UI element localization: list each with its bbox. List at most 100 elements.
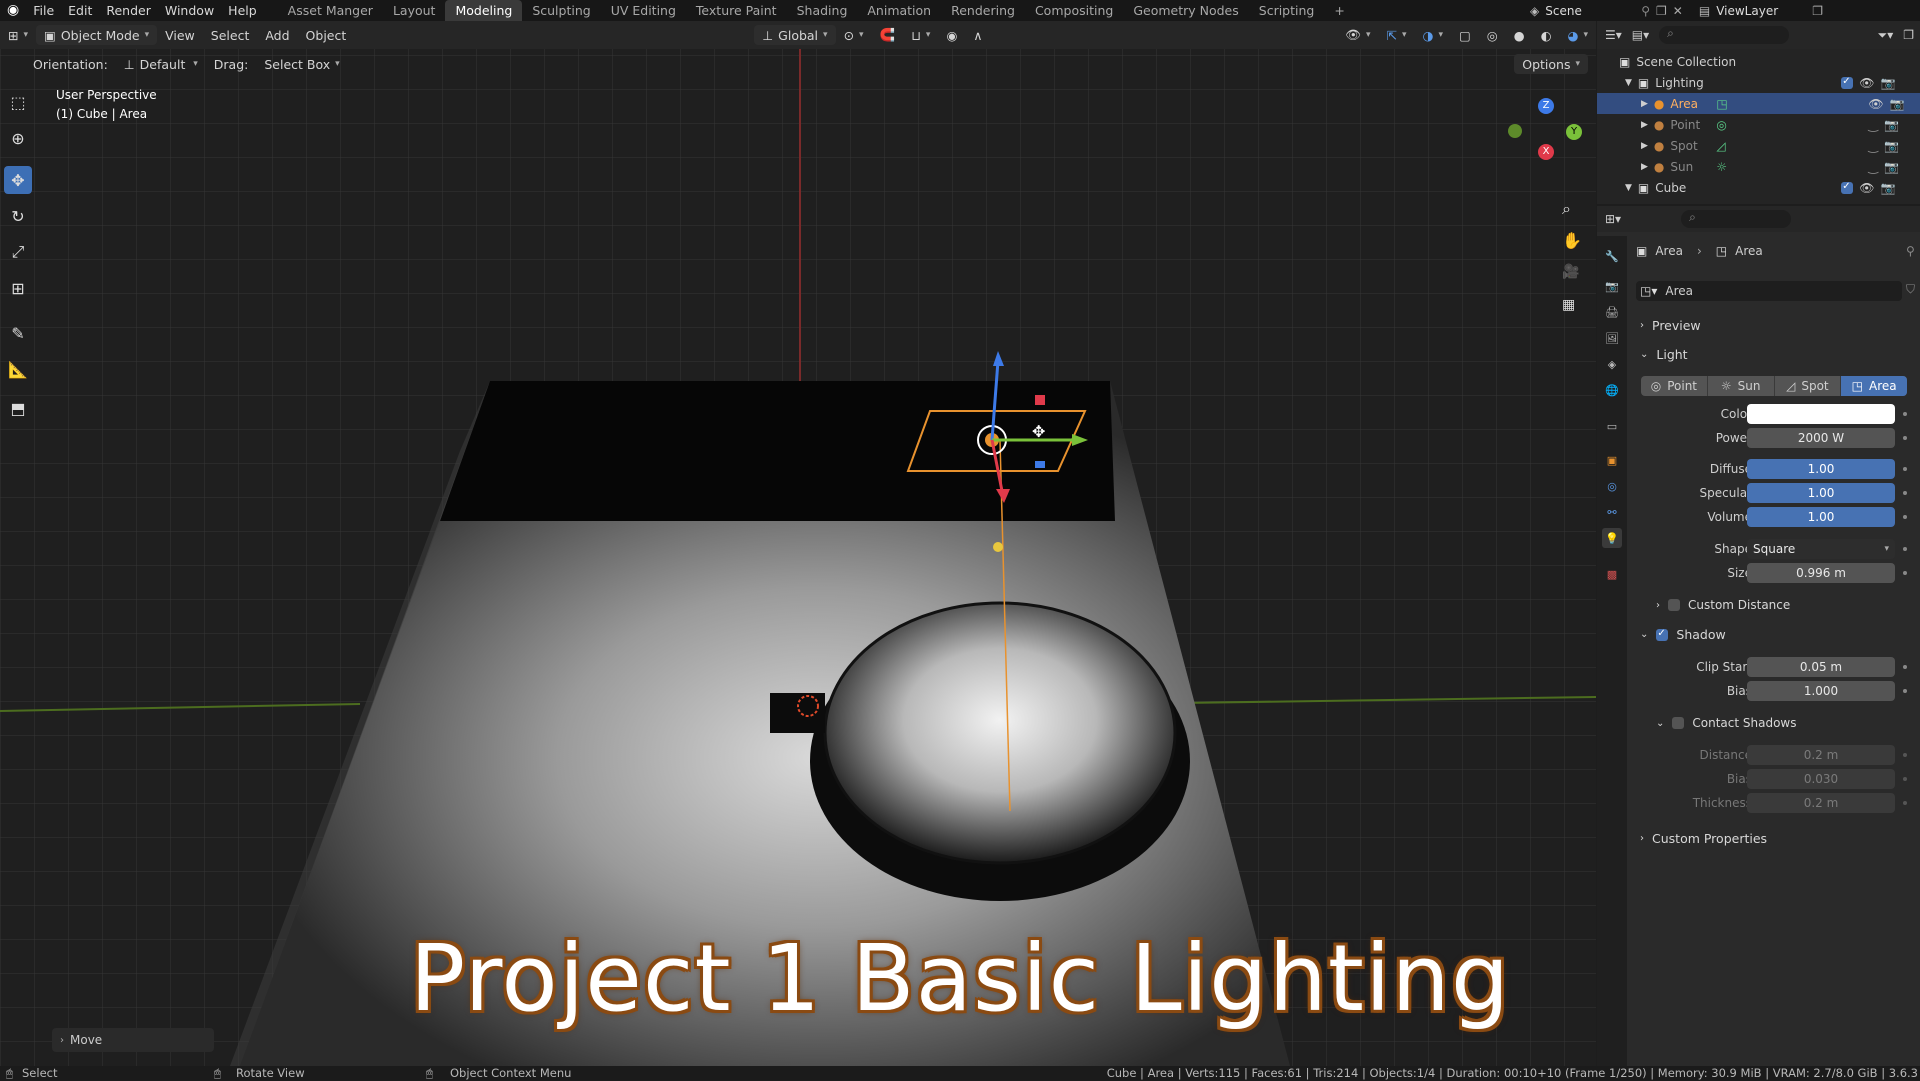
light-type-area[interactable]: ◳ Area (1841, 376, 1907, 396)
tab-texture-paint[interactable]: Texture Paint (686, 0, 787, 21)
light-type-spot[interactable]: ◿ Spot (1775, 376, 1842, 396)
delete-scene-icon[interactable]: ✕ (1673, 4, 1683, 18)
outliner-editor-icon[interactable]: ☰▾ (1605, 28, 1622, 42)
select-box-tool-icon[interactable]: ⬚ (4, 88, 32, 116)
world-tab-icon[interactable]: 🌐 (1602, 380, 1622, 400)
tab-animation[interactable]: Animation (857, 0, 941, 21)
zoom-icon[interactable]: ⌕ (1562, 199, 1571, 219)
view-layer-tab-icon[interactable]: 🖼 (1602, 328, 1622, 348)
section-light[interactable]: ⌄ Light (1640, 347, 1688, 362)
snap-target-icon[interactable]: ⊔ ▾ (903, 25, 938, 45)
texture-tab-icon[interactable]: ▩ (1602, 564, 1622, 584)
thickness-field[interactable]: 0.2 m (1747, 793, 1895, 813)
new-viewlayer-icon[interactable]: ❐ (1812, 4, 1823, 18)
tab-geometry-nodes[interactable]: Geometry Nodes (1123, 0, 1248, 21)
keyframe-dot[interactable] (1903, 515, 1907, 519)
eye-icon[interactable]: 👁 (1868, 97, 1883, 111)
add-workspace-icon[interactable]: + (1324, 0, 1354, 21)
keyframe-dot[interactable] (1903, 571, 1907, 575)
tab-shading[interactable]: Shading (787, 0, 858, 21)
camera-icon[interactable]: 📷 (1881, 181, 1896, 195)
outliner-item-lighting[interactable]: ▼ ▣ Lighting 👁 📷 (1597, 72, 1920, 93)
move-tool-icon[interactable]: ✥ (4, 166, 32, 194)
pan-hand-icon[interactable]: ✋ (1562, 231, 1582, 250)
tab-compositing[interactable]: Compositing (1025, 0, 1123, 21)
tool-tab-icon[interactable]: 🔧 (1602, 246, 1622, 266)
light-data-tab-icon[interactable]: 💡 (1602, 528, 1622, 548)
menu-help[interactable]: Help (221, 0, 264, 21)
exclude-checkbox[interactable] (1841, 76, 1854, 89)
specular-slider[interactable]: 1.00 (1747, 483, 1895, 503)
tab-modeling[interactable]: Modeling (445, 0, 523, 21)
tab-layout[interactable]: Layout (383, 0, 446, 21)
editor-type-icon[interactable]: ⊞ ▾ (0, 25, 36, 45)
shape-dropdown[interactable]: Square ▾ (1747, 539, 1895, 559)
section-custom-distance[interactable]: › Custom Distance (1656, 598, 1790, 612)
keyframe-dot[interactable] (1903, 412, 1907, 416)
keyframe-dot[interactable] (1903, 777, 1907, 781)
color-swatch[interactable] (1747, 404, 1895, 424)
cursor-tool-icon[interactable]: ⊕ (4, 124, 32, 152)
filter-icon[interactable]: ⏷▾ (1878, 28, 1894, 43)
physics-tab-icon[interactable]: ◎ (1602, 476, 1622, 496)
options-dropdown[interactable]: Options ▾ (1514, 54, 1588, 74)
contact-shadows-checkbox[interactable] (1672, 717, 1685, 729)
keyframe-dot[interactable] (1903, 491, 1907, 495)
pin-icon[interactable]: ⚲ (1906, 244, 1915, 258)
menu-window[interactable]: Window (158, 0, 221, 21)
scene-selector[interactable]: ◈ Scene ⚲ ❐ ✕ ▤ ViewLayer ❐ (1530, 0, 1823, 21)
display-mode-icon[interactable]: ▤▾ (1632, 28, 1649, 42)
rotate-tool-icon[interactable]: ↻ (4, 202, 32, 230)
pin-icon[interactable]: ⚲ (1641, 4, 1650, 18)
properties-search-input[interactable]: ⌕ (1681, 210, 1792, 228)
keyframe-dot[interactable] (1903, 665, 1907, 669)
eye-icon[interactable]: 👁 (1859, 76, 1874, 90)
output-tab-icon[interactable]: 🖨 (1602, 302, 1622, 322)
transform-tool-icon[interactable]: ⊞ (4, 274, 32, 302)
add-cube-tool-icon[interactable]: ⬒ (4, 394, 32, 422)
outliner-item-cube[interactable]: ▼ ▣ Cube 👁 📷 (1597, 177, 1920, 198)
pivot-icon[interactable]: ⊙ ▾ (836, 25, 872, 45)
gizmo-toggle-icon[interactable]: ⇱ ▾ (1379, 25, 1415, 45)
scene-tab-icon[interactable]: ◈ (1602, 354, 1622, 374)
volume-slider[interactable]: 1.00 (1747, 507, 1895, 527)
shading-material-icon[interactable]: ◐ (1533, 25, 1560, 45)
exclude-checkbox[interactable] (1841, 181, 1854, 194)
section-custom-properties[interactable]: › Custom Properties (1640, 831, 1767, 846)
keyframe-dot[interactable] (1903, 436, 1907, 440)
light-type-point[interactable]: ◎ Point (1641, 376, 1708, 396)
size-field[interactable]: 0.996 m (1747, 563, 1895, 583)
light-type-sun[interactable]: ☼ Sun (1708, 376, 1775, 396)
annotate-tool-icon[interactable]: ✎ (4, 319, 32, 347)
camera-icon[interactable]: 📷 (1881, 76, 1896, 90)
camera-icon[interactable]: 📷 (1890, 97, 1905, 111)
diffuse-slider[interactable]: 1.00 (1747, 459, 1895, 479)
menu-edit[interactable]: Edit (61, 0, 99, 21)
3d-viewport[interactable]: ✥ User Perspective (1) Cube | Area ⬚ ⊕ ✥… (0, 21, 1596, 1066)
datablock-selector[interactable]: ◳▾ Area (1636, 281, 1902, 301)
render-tab-icon[interactable]: 📷 (1602, 276, 1622, 296)
gizmo-z-axis[interactable]: Z (1538, 98, 1554, 114)
eye-icon[interactable]: 👁 (1859, 181, 1874, 195)
keyframe-dot[interactable] (1903, 689, 1907, 693)
tab-asset-manager[interactable]: Asset Manger (278, 0, 383, 21)
constraints-tab-icon[interactable]: ⚯ (1602, 502, 1622, 522)
gizmo-y-axis[interactable]: Y (1566, 124, 1582, 140)
outliner-scene-collection[interactable]: ▣ Scene Collection (1597, 51, 1920, 72)
bias-field[interactable]: 1.000 (1747, 681, 1895, 701)
outliner-item-spot[interactable]: ▶ ● Spot ◿ ‿ 📷 (1597, 135, 1920, 156)
camera-icon[interactable]: 📷 (1884, 118, 1899, 132)
outliner-item-area[interactable]: ▶ ● Area ◳ 👁 📷 (1597, 93, 1920, 114)
snap-icon[interactable]: 🧲 (872, 25, 904, 45)
tab-sculpting[interactable]: Sculpting (522, 0, 600, 21)
eye-closed-icon[interactable]: ‿ (1868, 160, 1878, 174)
blender-logo-icon[interactable]: ◉ (0, 0, 26, 21)
transform-orientation-dropdown[interactable]: ⊥ Global ▾ (754, 25, 836, 45)
scene-name[interactable]: Scene (1545, 4, 1635, 18)
contact-bias-field[interactable]: 0.030 (1747, 769, 1895, 789)
clip-start-field[interactable]: 0.05 m (1747, 657, 1895, 677)
outliner-search-input[interactable]: ⌕ (1659, 26, 1790, 44)
camera-icon[interactable]: 📷 (1884, 160, 1899, 174)
measure-tool-icon[interactable]: 📐 (4, 355, 32, 383)
keyframe-dot[interactable] (1903, 547, 1907, 551)
